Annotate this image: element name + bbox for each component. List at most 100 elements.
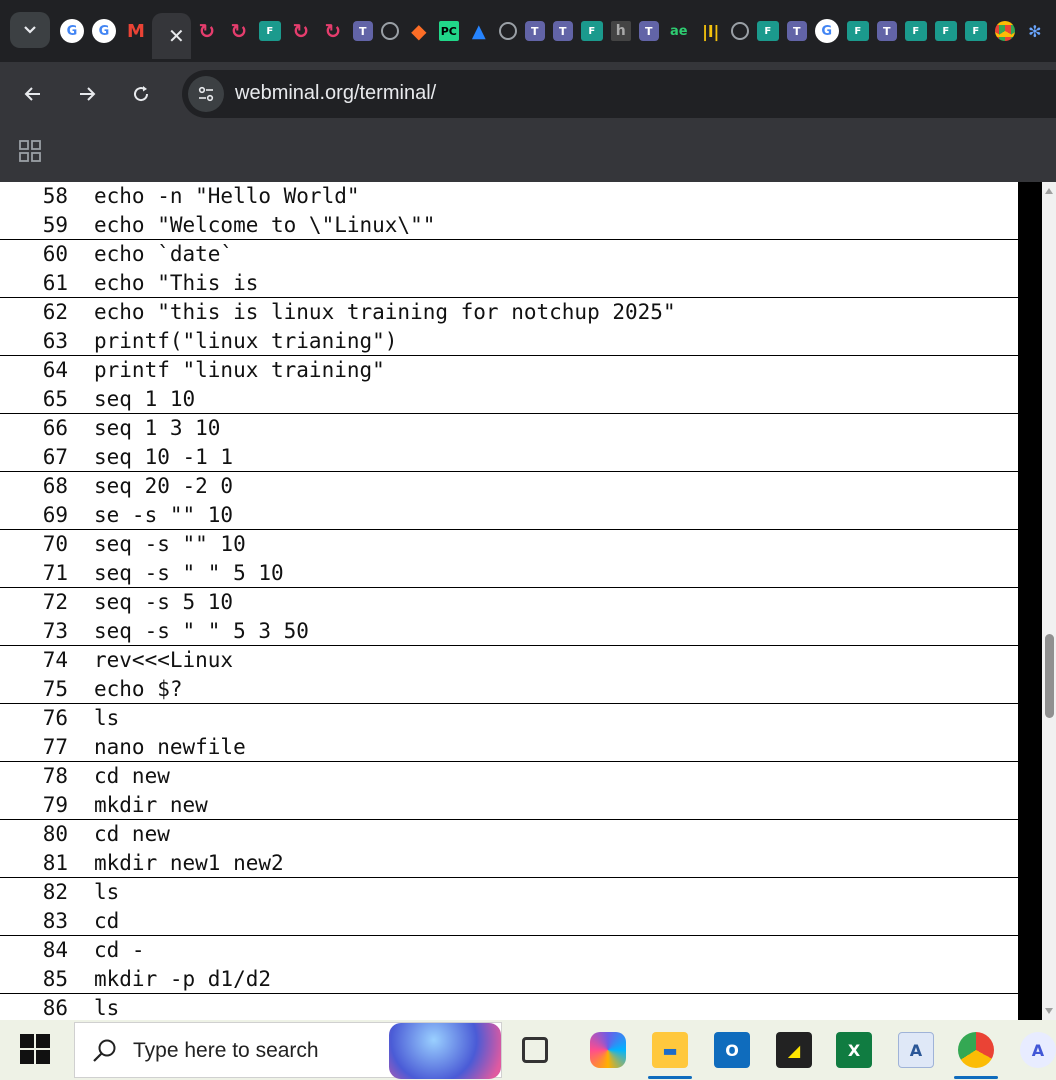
file-explorer-icon[interactable]: ▬ xyxy=(652,1032,688,1068)
browser-tab[interactable]: F xyxy=(961,13,991,49)
browser-tab[interactable]: PC xyxy=(435,13,463,49)
search-highlight-image[interactable] xyxy=(389,1023,501,1079)
history-group: 78 cd new 79 mkdir new xyxy=(0,762,1018,820)
history-command: echo $? xyxy=(94,676,183,701)
history-group: 80 cd new 81 mkdir new1 new2 xyxy=(0,820,1018,878)
url-text[interactable]: webminal.org/terminal/ xyxy=(235,82,436,105)
browser-tab[interactable] xyxy=(991,13,1019,49)
browser-tab[interactable]: h xyxy=(607,13,635,49)
history-number: 77 xyxy=(42,734,68,759)
browser-tab[interactable]: ✕ xyxy=(152,13,191,59)
outlook-icon[interactable]: O xyxy=(714,1032,750,1068)
history-line: 79 mkdir new xyxy=(0,791,1018,820)
history-line: 65 seq 1 10 xyxy=(0,385,1018,414)
browser-tab[interactable]: F xyxy=(255,13,285,49)
globe-favicon-icon xyxy=(380,22,399,40)
document-app-icon[interactable]: A xyxy=(898,1032,934,1068)
history-number: 84 xyxy=(42,938,68,963)
sticky-notes-icon[interactable]: ◢ xyxy=(776,1032,812,1068)
history-command: seq -s 5 10 xyxy=(94,590,234,615)
history-line: 71 seq -s " " 5 10 xyxy=(0,559,1018,588)
back-button[interactable] xyxy=(17,78,49,110)
bookmarks-bar xyxy=(0,126,1056,182)
history-number: 75 xyxy=(42,676,68,701)
browser-tab[interactable]: ▲ xyxy=(463,13,495,49)
tab-search-button[interactable] xyxy=(10,12,50,48)
history-line: 68 seq 20 -2 0 xyxy=(0,472,1018,501)
search-placeholder[interactable]: Type here to search xyxy=(133,1039,319,1063)
history-line: 81 mkdir new1 new2 xyxy=(0,849,1018,878)
scrollbar-thumb[interactable] xyxy=(1045,634,1054,718)
browser-tab[interactable]: F xyxy=(901,13,931,49)
windows-start-icon[interactable] xyxy=(20,1034,50,1064)
browser-tab[interactable]: F xyxy=(843,13,873,49)
browser-tab[interactable]: ae xyxy=(663,13,695,49)
browser-tab[interactable]: F xyxy=(577,13,607,49)
gmail-favicon-icon: M xyxy=(127,20,145,42)
browser-tab[interactable]: ↻ xyxy=(317,13,349,49)
browser-tab[interactable]: ↻ xyxy=(191,13,223,49)
apps-grid-icon[interactable] xyxy=(19,140,41,162)
taskbar-search-box[interactable]: Type here to search xyxy=(74,1022,502,1079)
browser-tab[interactable] xyxy=(495,13,521,49)
history-group: 64 printf "linux training" 65 seq 1 10 xyxy=(0,356,1018,414)
sync-favicon-icon: ↻ xyxy=(324,19,342,43)
task-view-icon[interactable] xyxy=(522,1037,548,1063)
browser-tab[interactable]: T xyxy=(783,13,811,49)
history-number: 69 xyxy=(42,502,68,527)
history-line: 85 mkdir -p d1/d2 xyxy=(0,965,1018,994)
ae-app-favicon-icon: ae xyxy=(669,23,688,39)
page-scrollbar[interactable] xyxy=(1042,182,1056,1020)
history-number: 61 xyxy=(42,270,68,295)
history-line: 83 cd xyxy=(0,907,1018,936)
history-number: 76 xyxy=(42,706,68,731)
excel-icon[interactable]: X xyxy=(836,1032,872,1068)
browser-tab[interactable]: T xyxy=(873,13,901,49)
browser-tab[interactable]: T xyxy=(349,13,377,49)
history-line: 63 printf("linux trianing") xyxy=(0,327,1018,356)
browser-tab[interactable]: M xyxy=(120,13,152,49)
history-command: seq 1 3 10 xyxy=(94,416,221,441)
history-command: seq -s " " 5 10 xyxy=(94,560,284,585)
chevron-down-icon xyxy=(24,26,36,34)
browser-tab[interactable]: ↻ xyxy=(223,13,255,49)
history-line: 86 ls xyxy=(0,994,1018,1020)
browser-tab[interactable]: G xyxy=(56,13,88,49)
browser-tab[interactable]: T xyxy=(521,13,549,49)
history-group: 62 echo "this is linux training for notch… xyxy=(0,298,1018,356)
forward-button[interactable] xyxy=(71,78,103,110)
ai-assistant-icon[interactable]: A xyxy=(1020,1032,1056,1068)
browser-tab[interactable]: G xyxy=(88,13,120,49)
browser-tab[interactable]: G xyxy=(811,13,843,49)
site-info-button[interactable] xyxy=(188,76,224,112)
reload-button[interactable] xyxy=(125,78,157,110)
atlassian-favicon-icon: ▲ xyxy=(471,20,486,42)
teams-favicon-icon: T xyxy=(352,21,373,41)
history-line: 73 seq -s " " 5 3 50 xyxy=(0,617,1018,646)
browser-tab[interactable]: F xyxy=(753,13,783,49)
browser-tab[interactable]: T xyxy=(635,13,663,49)
browser-tab[interactable]: T xyxy=(549,13,577,49)
address-bar[interactable]: webminal.org/terminal/ xyxy=(182,70,1056,118)
browser-tab[interactable]: ✻ xyxy=(1019,13,1051,49)
browser-tab[interactable]: F xyxy=(931,13,961,49)
history-line: 78 cd new xyxy=(0,762,1018,791)
history-number: 72 xyxy=(42,590,68,615)
history-command: echo "Welcome to \"Linux\"" xyxy=(94,212,436,237)
terminal-history[interactable]: 58 echo -n "Hello World" 59 echo "Welcome t… xyxy=(0,182,1018,1020)
history-line: 59 echo "Welcome to \"Linux\"" xyxy=(0,211,1018,240)
browser-tab[interactable]: ↻ xyxy=(285,13,317,49)
chrome-icon[interactable] xyxy=(958,1032,994,1068)
copilot-icon[interactable] xyxy=(590,1032,626,1068)
history-command: nano newfile xyxy=(94,734,246,759)
close-tab-icon[interactable]: ✕ xyxy=(168,24,185,48)
browser-tab[interactable]: |l| xyxy=(695,13,727,49)
history-number: 62 xyxy=(42,300,68,325)
browser-tab[interactable]: ◆ xyxy=(403,13,435,49)
browser-tab[interactable] xyxy=(377,13,403,49)
history-command: mkdir new xyxy=(94,792,208,817)
browser-tab[interactable] xyxy=(727,13,753,49)
scroll-down-arrow-icon[interactable] xyxy=(1045,1008,1053,1014)
history-group: 70 seq -s "" 10 71 seq -s " " 5 10 xyxy=(0,530,1018,588)
scroll-up-arrow-icon[interactable] xyxy=(1045,188,1053,194)
